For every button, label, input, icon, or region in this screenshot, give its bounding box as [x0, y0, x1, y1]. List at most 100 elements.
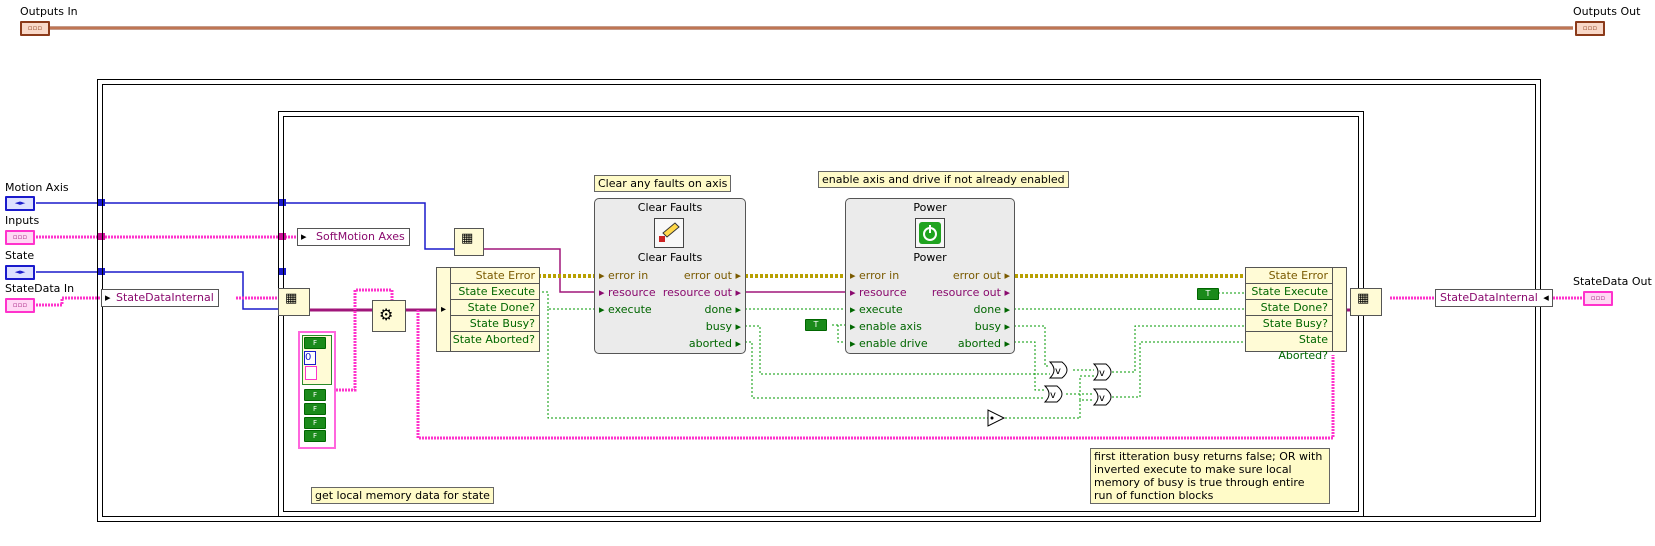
clear-faults-subtitle: Clear Faults: [637, 251, 703, 264]
table-icon: ▦: [285, 291, 298, 306]
tag-arrow-icon: ◂: [1543, 291, 1549, 304]
pin-arrow-icon: ▸: [731, 303, 741, 316]
outputs-out-terminal[interactable]: ▫▫▫: [1575, 21, 1605, 36]
statedata-out-label: StateData Out: [1573, 275, 1652, 288]
pin-arrow-icon: ▸: [1000, 303, 1010, 316]
pin-arrow-icon: ▸: [1000, 286, 1010, 299]
pin-arrow-icon: ▸: [850, 286, 860, 299]
pin-arrow-icon: ▸: [850, 303, 860, 316]
pin-arrow-icon: ▸: [731, 269, 741, 282]
unbundle-row-state-busy[interactable]: State Busy?: [451, 316, 539, 332]
bundle-output-node[interactable]: ▦: [1350, 288, 1382, 316]
pw-out-busy[interactable]: busy ▸: [975, 320, 1010, 333]
state-array-constant[interactable]: F 0 F F F F: [298, 331, 336, 449]
outputs-in-terminal[interactable]: ▫▫▫: [20, 21, 50, 36]
power-comment: enable axis and drive if not already ena…: [818, 171, 1069, 188]
bundle-row-state-error[interactable]: State Error: [1246, 268, 1332, 284]
softmotion-axes-label: SoftMotion Axes: [316, 230, 405, 243]
clear-faults-title: Clear Faults: [637, 201, 703, 214]
numeric-index[interactable]: 0: [304, 351, 316, 365]
inputs-label: Inputs: [5, 214, 40, 227]
bundle-row-state-execute[interactable]: State Execute: [1246, 284, 1332, 300]
unbundle-row-state-execute[interactable]: State Execute: [451, 284, 539, 300]
statedata-in-terminal[interactable]: ▫▫▫: [5, 298, 35, 313]
clear-faults-block[interactable]: Clear Faults Clear Faults ▸ error in ▸ r…: [594, 198, 746, 354]
state-lookup-node[interactable]: ▦: [278, 288, 310, 316]
clear-faults-eraser-icon: [654, 218, 684, 248]
pw-in-resource[interactable]: ▸ resource: [850, 286, 907, 299]
tag-arrow-icon: ▸: [105, 291, 111, 304]
inputs-terminal[interactable]: ▫▫▫: [5, 230, 35, 245]
unbundle-arrow-icon: ▸: [437, 268, 451, 351]
cf-in-resource[interactable]: ▸ resource: [599, 286, 656, 299]
statedatainternal-right-tag[interactable]: StateDataInternal ◂: [1435, 289, 1553, 307]
cf-out-error-out[interactable]: error out ▸: [684, 269, 741, 282]
unbundle-row-state-done[interactable]: State Done?: [451, 300, 539, 316]
softmotion-axes-tag[interactable]: ▸ SoftMotion Axes: [297, 228, 410, 246]
clear-faults-comment: Clear any faults on axis: [594, 175, 732, 192]
power-block[interactable]: Power Power ▸ error in ▸ resource ▸ exec…: [845, 198, 1015, 354]
pw-in-execute[interactable]: ▸ execute: [850, 303, 903, 316]
pw-out-error-out[interactable]: error out ▸: [953, 269, 1010, 282]
pw-out-done[interactable]: done ▸: [974, 303, 1010, 316]
cf-out-busy[interactable]: busy ▸: [706, 320, 741, 333]
cf-in-error-in[interactable]: ▸ error in: [599, 269, 648, 282]
first-iteration-comment: first itteration busy returns false; OR …: [1090, 448, 1330, 504]
statedata-out-terminal[interactable]: ▫▫▫: [1583, 291, 1613, 306]
cf-out-done[interactable]: done ▸: [705, 303, 741, 316]
statedatainternal-left-tag[interactable]: StateDataInternal ▸: [101, 289, 219, 307]
cf-out-aborted[interactable]: aborted ▸: [689, 337, 741, 350]
bundle-bar: [1332, 268, 1346, 351]
pw-out-aborted[interactable]: aborted ▸: [958, 337, 1010, 350]
pin-arrow-icon: ▸: [599, 269, 609, 282]
pin-arrow-icon: ▸: [599, 286, 609, 299]
pw-in-enable-axis[interactable]: ▸ enable axis: [850, 320, 922, 333]
pin-arrow-icon: ▸: [850, 269, 860, 282]
tag-arrow-icon: ▸: [301, 230, 307, 243]
table-icon: ▦: [1357, 291, 1370, 306]
bool-const-tf-4[interactable]: F: [304, 417, 326, 429]
unbundle-row-state-aborted[interactable]: State Aborted?: [451, 332, 539, 348]
power-button-icon: [915, 218, 945, 248]
pin-arrow-icon: ▸: [1000, 320, 1010, 333]
bundle-by-name[interactable]: State Error State Execute State Done? St…: [1245, 267, 1347, 362]
bool-const-tf-1[interactable]: F: [304, 337, 326, 349]
pw-in-enable-drive[interactable]: ▸ enable drive: [850, 337, 928, 350]
cf-out-resource-out[interactable]: resource out ▸: [663, 286, 741, 299]
state-terminal[interactable]: ◄►: [5, 265, 35, 280]
unbundle-by-name[interactable]: ▸ State Error State Execute State Done? …: [436, 267, 540, 352]
numeric-box: [305, 366, 317, 380]
power-subtitle: Power: [913, 251, 947, 264]
statedata-in-label: StateData In: [5, 282, 75, 295]
memory-gear-icon: ⚙: [379, 305, 394, 324]
bundle-row-state-done[interactable]: State Done?: [1246, 300, 1332, 316]
local-memory-comment: get local memory data for state: [311, 487, 494, 504]
bool-const-tf-2[interactable]: F: [304, 389, 326, 401]
statedatainternal-right-label: StateDataInternal: [1440, 291, 1538, 304]
cf-in-execute[interactable]: ▸ execute: [599, 303, 652, 316]
inputs-lookup-node[interactable]: ▦: [454, 228, 484, 256]
pw-out-resource-out[interactable]: resource out ▸: [932, 286, 1010, 299]
enable-true-constant[interactable]: T: [805, 319, 827, 331]
statedatainternal-left-label: StateDataInternal: [116, 291, 214, 304]
pin-arrow-icon: ▸: [1000, 337, 1010, 350]
unbundle-row-state-error[interactable]: State Error: [451, 268, 539, 284]
pin-arrow-icon: ▸: [731, 286, 741, 299]
execute-true-constant[interactable]: T: [1197, 288, 1219, 300]
pin-arrow-icon: ▸: [850, 337, 860, 350]
power-title: Power: [913, 201, 947, 214]
bool-const-tf-5[interactable]: F: [304, 430, 326, 442]
pin-arrow-icon: ▸: [731, 320, 741, 333]
pin-arrow-icon: ▸: [1000, 269, 1010, 282]
local-memory-node[interactable]: ⚙: [372, 300, 406, 332]
pin-arrow-icon: ▸: [850, 320, 860, 333]
bool-const-tf-3[interactable]: F: [304, 403, 326, 415]
bundle-row-state-busy[interactable]: State Busy?: [1246, 316, 1332, 332]
state-label: State: [5, 249, 35, 262]
motion-axis-terminal[interactable]: ◄►: [5, 196, 35, 211]
pw-in-error-in[interactable]: ▸ error in: [850, 269, 899, 282]
outputs-in-label: Outputs In: [20, 5, 78, 18]
bundle-row-state-aborted[interactable]: State Aborted?: [1246, 332, 1332, 362]
outputs-out-label: Outputs Out: [1573, 5, 1641, 18]
pin-arrow-icon: ▸: [599, 303, 609, 316]
